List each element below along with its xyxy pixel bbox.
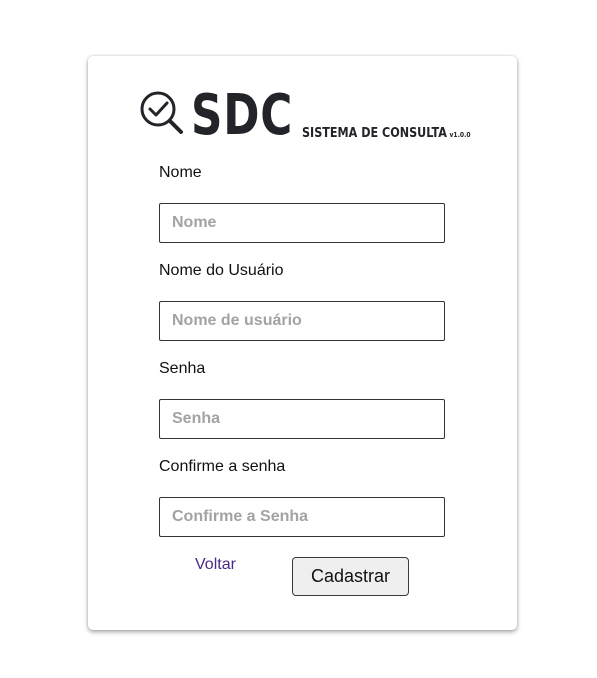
logo-subtitle-text: SISTEMA DE CONSULTA	[302, 126, 447, 141]
magnifier-check-icon	[140, 91, 183, 134]
password-input[interactable]	[159, 399, 445, 439]
name-input[interactable]	[159, 203, 445, 243]
logo-version: v1.0.0	[449, 131, 471, 139]
logo-title: SDC	[191, 83, 294, 148]
register-card: SDC SISTEMA DE CONSULTA v1.0.0 Nome Nome …	[88, 56, 517, 630]
password-label: Senha	[159, 360, 206, 377]
logo-subtitle: SISTEMA DE CONSULTA v1.0.0	[302, 126, 471, 141]
username-input[interactable]	[159, 301, 445, 341]
back-link[interactable]: Voltar	[195, 556, 236, 574]
app-logo: SDC SISTEMA DE CONSULTA v1.0.0	[139, 86, 471, 148]
username-label: Nome do Usuário	[159, 262, 284, 279]
register-button[interactable]: Cadastrar	[292, 557, 409, 596]
name-label: Nome	[159, 164, 202, 181]
confirm-password-input[interactable]	[159, 497, 445, 537]
confirm-password-label: Confirme a senha	[159, 458, 286, 475]
